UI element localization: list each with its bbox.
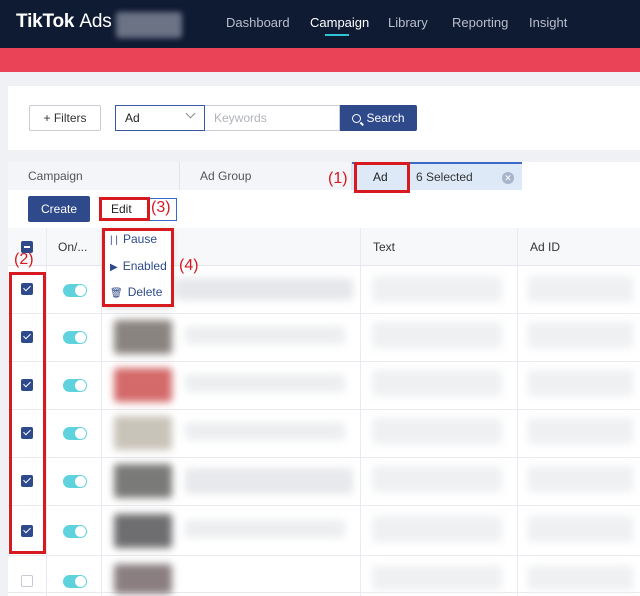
ad-name-redacted bbox=[185, 326, 345, 344]
brand-name: TikTok bbox=[16, 11, 75, 32]
ad-text-redacted bbox=[372, 322, 502, 348]
active-nav-indicator bbox=[325, 34, 349, 36]
annotation-box-4 bbox=[102, 228, 174, 307]
tiktok-ads-logo[interactable]: TikTok Ads bbox=[16, 11, 112, 33]
ad-id-redacted bbox=[528, 418, 633, 444]
ad-id-redacted bbox=[528, 370, 633, 396]
column-header-ad-id[interactable]: Ad ID bbox=[530, 228, 560, 266]
level-select-value: Ad bbox=[125, 111, 140, 125]
ad-id-redacted bbox=[528, 276, 633, 302]
status-toggle[interactable] bbox=[63, 284, 87, 297]
tab-campaign[interactable]: Campaign bbox=[8, 162, 180, 190]
ad-text-redacted bbox=[372, 566, 502, 590]
ad-text-redacted bbox=[372, 418, 502, 444]
annotation-label-3: (3) bbox=[151, 199, 171, 216]
ad-name-redacted bbox=[185, 468, 353, 494]
tab-campaign-label: Campaign bbox=[28, 169, 83, 183]
column-header-text[interactable]: Text bbox=[373, 228, 395, 266]
ad-thumbnail-redacted bbox=[114, 514, 172, 548]
annotation-box-3 bbox=[99, 197, 150, 221]
account-name-redacted[interactable] bbox=[116, 12, 182, 38]
status-toggle[interactable] bbox=[63, 427, 87, 440]
create-button[interactable]: Create bbox=[28, 196, 90, 222]
level-select[interactable]: Ad bbox=[115, 105, 205, 131]
filters-label: Filters bbox=[53, 111, 87, 125]
tab-ad-group-label: Ad Group bbox=[200, 169, 252, 183]
keyword-search-input[interactable] bbox=[205, 105, 340, 131]
ad-thumbnail-redacted bbox=[114, 320, 172, 354]
notice-banner bbox=[0, 48, 640, 72]
status-toggle[interactable] bbox=[63, 525, 87, 538]
ad-id-redacted bbox=[528, 466, 633, 492]
ad-text-redacted bbox=[372, 516, 502, 542]
nav-reporting[interactable]: Reporting bbox=[452, 15, 508, 30]
status-toggle[interactable] bbox=[63, 575, 87, 588]
plus-icon: + bbox=[43, 111, 54, 125]
top-nav: TikTok Ads Dashboard Campaign Library Re… bbox=[0, 0, 640, 48]
ad-thumbnail-redacted bbox=[114, 464, 172, 498]
ad-thumbnail-redacted bbox=[114, 564, 172, 594]
ad-text-redacted bbox=[372, 276, 502, 302]
ad-id-redacted bbox=[528, 566, 633, 590]
brand-suffix: Ads bbox=[79, 11, 112, 32]
status-toggle[interactable] bbox=[63, 379, 87, 392]
clear-selection-icon[interactable]: ✕ bbox=[502, 172, 514, 184]
annotation-box-1 bbox=[354, 162, 410, 193]
column-header-onoff[interactable]: On/... bbox=[58, 228, 87, 266]
search-icon bbox=[352, 114, 362, 123]
nav-insight[interactable]: Insight bbox=[529, 15, 567, 30]
ad-id-redacted bbox=[528, 516, 633, 542]
annotation-label-4: (4) bbox=[179, 257, 199, 274]
ad-name-redacted bbox=[185, 422, 345, 440]
search-button-label: Search bbox=[366, 111, 405, 125]
ad-thumbnail-redacted bbox=[114, 416, 172, 450]
selected-count: 6 Selected bbox=[416, 170, 473, 184]
ad-name-redacted bbox=[185, 520, 345, 538]
ad-id-redacted bbox=[528, 322, 633, 348]
nav-library[interactable]: Library bbox=[388, 15, 428, 30]
ad-text-redacted bbox=[372, 370, 502, 396]
nav-campaign[interactable]: Campaign bbox=[310, 15, 369, 30]
annotation-label-1: (1) bbox=[328, 170, 348, 187]
filters-button[interactable]: + Filters bbox=[29, 105, 101, 131]
nav-dashboard[interactable]: Dashboard bbox=[226, 15, 290, 30]
status-toggle[interactable] bbox=[63, 475, 87, 488]
status-toggle[interactable] bbox=[63, 331, 87, 344]
ad-name-redacted bbox=[175, 278, 353, 300]
annotation-label-2: (2) bbox=[14, 251, 34, 268]
ad-text-redacted bbox=[372, 466, 502, 492]
ad-thumbnail-redacted bbox=[114, 368, 172, 402]
search-button[interactable]: Search bbox=[340, 105, 417, 131]
annotation-box-2 bbox=[9, 272, 46, 554]
ad-name-redacted bbox=[185, 374, 345, 392]
tab-ad-group[interactable]: Ad Group bbox=[180, 162, 352, 190]
row-checkbox[interactable] bbox=[21, 575, 33, 587]
chevron-down-icon bbox=[185, 108, 196, 119]
